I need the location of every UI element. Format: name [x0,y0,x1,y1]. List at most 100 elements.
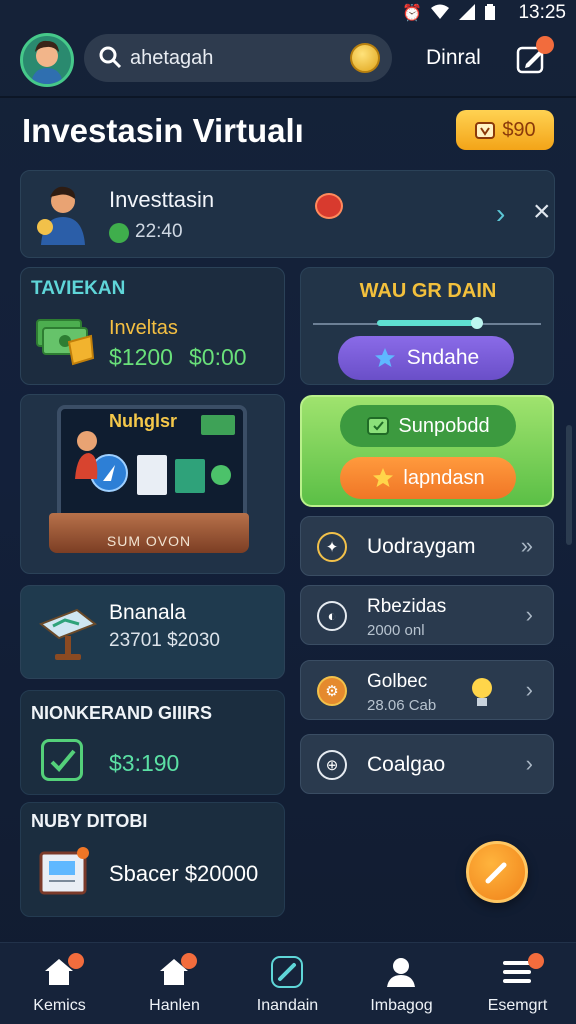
progress-knob[interactable] [471,317,484,329]
investment-card[interactable]: TAVIEKAN Inveltas $1200 $0:00 [20,267,285,385]
crosshair-icon: ⊕ [317,750,347,780]
wager-button[interactable]: Sndahe [338,336,514,380]
green-action-button[interactable]: Sunpobdd [340,405,516,447]
top-link[interactable]: Dinral [426,46,481,70]
alert-badge-icon [315,193,343,219]
gear-icon: ⚙ [317,676,347,706]
menu-item-2[interactable]: ◐ Rbezidas 2000 onl › [300,585,554,645]
portfolio-card[interactable]: Bnanala 23701 $2030 [20,585,285,679]
menu-item-label: Rbezidas [367,596,447,617]
nav-label: Inandain [256,997,319,1014]
nav-item-home[interactable]: Kemics [2,943,117,1024]
coin-outline-icon: ◐ [317,601,347,631]
header-divider [0,96,576,98]
balance-value: $90 [502,118,536,141]
bottom-nav: Kemics Hanlen Inandain Imbagog Esemgrt [0,942,576,1024]
nav-label: Esemgrt [487,997,548,1014]
star-icon [374,348,395,367]
nav-label: Imbagog [370,997,433,1014]
menu-item-label: Coalgao [367,753,446,776]
scrollbar[interactable] [566,425,572,545]
wager-title: WAU GR DAIN [359,280,497,302]
person-avatar-icon [31,40,63,84]
rocket-icon [271,956,303,988]
investment-amount-secondary: $0:00 [189,344,247,370]
notification-time: 22:40 [135,221,183,242]
menu-item-1[interactable]: ✦ Uodraygam » [300,516,554,576]
nav-item-profile[interactable]: Imbagog [344,943,459,1024]
menu-item-sub: 2000 onl [367,622,425,639]
chevron-right-icon[interactable]: › [496,198,505,230]
money-stack-icon [36,319,95,366]
menu-item-sub: 28.06 Cab [367,697,437,714]
wager-button-label: Sndahe [406,346,480,369]
menu-item-3[interactable]: ⚙ Golbec 28.06 Cab › [300,660,554,720]
status-bar: ⏰ 13:25 [0,0,576,26]
investor-avatar-icon [37,186,85,245]
target-icon: ✦ [317,532,347,562]
laptop-promo-card[interactable]: Nuhglsr SUM OVON [20,394,285,574]
user-icon [387,958,415,987]
nav-badge [528,953,544,969]
page-title: Investasin Virtualı [22,112,304,149]
status-time: 13:25 [518,2,566,23]
ticket-icon [367,417,390,435]
reward-value: Sbacer $20000 [109,861,259,886]
signal-icon [459,4,475,20]
pencil-icon [485,862,507,884]
profile-avatar[interactable] [20,33,74,87]
wallet-icon [475,122,496,139]
balance-button[interactable]: $90 [456,110,554,150]
nav-item-invest[interactable]: Inandain [230,943,345,1024]
laptop-caption: SUM OVON [106,533,192,549]
portfolio-sub: 23701 $2030 [109,630,220,651]
battery-icon [485,4,495,20]
orange-action-button[interactable]: Ɩapndasn [340,457,516,499]
laptop-title: Nuhglsr [109,411,178,431]
action-card: Sunpobdd Ɩapndasn [300,395,554,507]
clock-icon [109,223,129,243]
progress-fill [377,320,478,326]
nav-badge [181,953,197,969]
coin-icon[interactable] [350,43,380,73]
close-icon[interactable]: × [533,195,551,229]
stats-value: $3:190 [109,750,180,776]
wager-card: WAU GR DAIN Sndahe [300,267,554,385]
chevron-right-icon: › [525,602,533,627]
easel-chart-icon [38,608,98,660]
document-icon [39,847,89,895]
stats-card[interactable]: NIONKERAND GIIIRS $3:190 [20,690,285,795]
nav-label: Kemics [33,997,86,1014]
investment-label: TAVIEKAN [31,278,126,299]
stats-label: NIONKERAND GIIIRS [31,703,213,723]
orange-action-label: Ɩapndasn [403,466,485,489]
reward-label: NUBY DITOBI [31,811,148,831]
green-action-label: Sunpobdd [398,414,490,437]
nav-label: Hanlen [149,997,200,1014]
chevron-right-icon: › [525,677,533,702]
investment-name: Inveltas [109,317,178,339]
investment-amount: $1200 [109,344,173,370]
search-input[interactable]: ahetagah [130,47,213,70]
reward-card[interactable]: NUBY DITOBI Sbacer $20000 [20,802,285,917]
checkmark-icon [41,739,83,781]
lightbulb-icon [472,678,492,706]
wifi-icon [431,4,449,19]
alarm-icon: ⏰ [402,5,422,22]
nav-item-market[interactable]: Hanlen [117,943,232,1024]
chevron-right-icon: » [520,533,533,558]
chevron-right-icon: › [525,751,533,776]
edit-fab-button[interactable] [466,841,528,903]
menu-item-label: Uodraygam [367,535,476,558]
notification-title: Investtasin [109,187,215,212]
search-icon [99,46,122,69]
notification-badge [536,36,554,54]
nav-badge [68,953,84,969]
status-icons: ⏰ [402,3,496,23]
menu-item-4[interactable]: ⊕ Coalgao › [300,734,554,794]
portfolio-title: Bnanala [109,601,187,624]
star-icon [373,468,394,487]
search-bar[interactable]: ahetagah [84,34,392,82]
notification-card[interactable]: Investtasin 22:40 › × [20,170,555,258]
nav-item-menu[interactable]: Esemgrt [460,943,575,1024]
